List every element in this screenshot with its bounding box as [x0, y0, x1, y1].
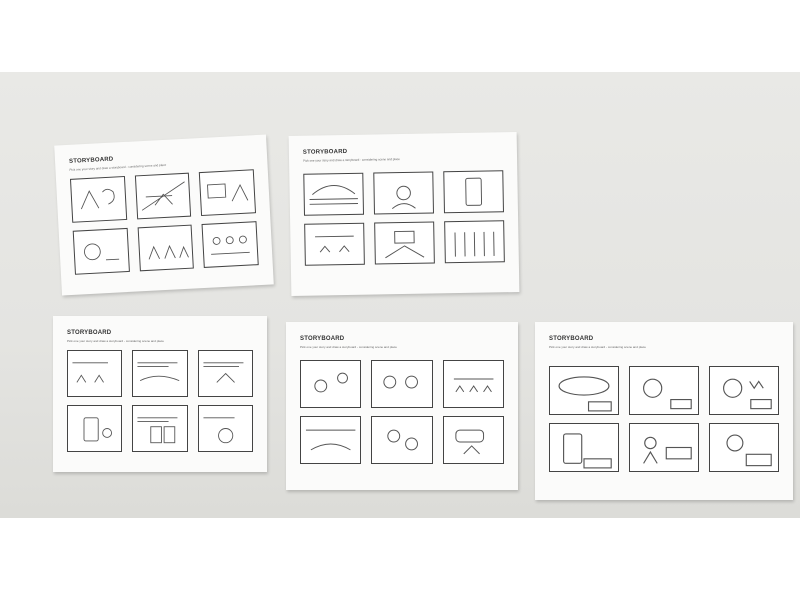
panel-grid [300, 360, 504, 464]
storyboard-sheet-5: STORYBOARD Pick one your story and draw … [535, 322, 793, 500]
storyboard-sheet-3: STORYBOARD Pick one your story and draw … [53, 316, 267, 472]
sheet-title: STORYBOARD [302, 148, 348, 156]
storyboard-sheet-2: STORYBOARD Pick one your story and draw … [288, 132, 520, 296]
sketch-panel [72, 227, 130, 275]
panel-grid [303, 170, 505, 266]
sketch-panel [197, 350, 253, 397]
sketch-panel [709, 366, 779, 415]
panel-grid [67, 350, 253, 452]
sketch-panel [132, 350, 188, 397]
sheet-title: STORYBOARD [549, 336, 594, 342]
sketch-panel [69, 176, 127, 223]
storyboard-sheet-1: STORYBOARD Pick one your story and draw … [54, 134, 274, 296]
sheet-subtitle: Pick one your story and draw a storyboar… [549, 345, 646, 349]
panel-grid [69, 169, 259, 275]
sketch-panel [442, 416, 504, 464]
sketch-panel [304, 222, 365, 266]
panel-grid [549, 366, 779, 472]
sketch-panel [201, 221, 259, 268]
sketch-panel [67, 350, 123, 397]
sketch-panel [371, 360, 433, 408]
sketch-panel [132, 405, 188, 452]
storyboard-sheet-4: STORYBOARD Pick one your story and draw … [286, 322, 518, 490]
sketch-panel [134, 172, 192, 220]
sketch-panel [629, 366, 699, 415]
sketch-panel [374, 221, 435, 265]
sketch-panel [549, 423, 619, 472]
sketch-panel [303, 172, 365, 216]
sketch-panel [549, 366, 619, 415]
sketch-panel [137, 224, 195, 272]
sketch-panel [371, 416, 433, 464]
sheet-subtitle: Pick one your story and draw a storyboar… [303, 157, 400, 163]
sketch-panel [629, 423, 699, 472]
sketch-panel [300, 416, 362, 464]
sheet-title: STORYBOARD [68, 156, 114, 165]
sketch-panel [199, 169, 257, 217]
sketch-panel [67, 405, 123, 452]
sketch-panel [442, 360, 504, 408]
sketch-panel [300, 360, 362, 408]
sketch-panel [373, 171, 434, 215]
sheet-subtitle: Pick one your story and draw a storyboar… [67, 339, 164, 343]
sketch-panel [444, 220, 505, 264]
sheet-title: STORYBOARD [67, 330, 112, 336]
sheet-subtitle: Pick one your story and draw a storyboar… [69, 162, 167, 172]
sheet-subtitle: Pick one your story and draw a storyboar… [300, 345, 397, 349]
sheet-title: STORYBOARD [300, 336, 345, 342]
sketch-panel [709, 423, 779, 472]
sketch-panel [197, 405, 253, 452]
sketch-panel [443, 170, 504, 214]
